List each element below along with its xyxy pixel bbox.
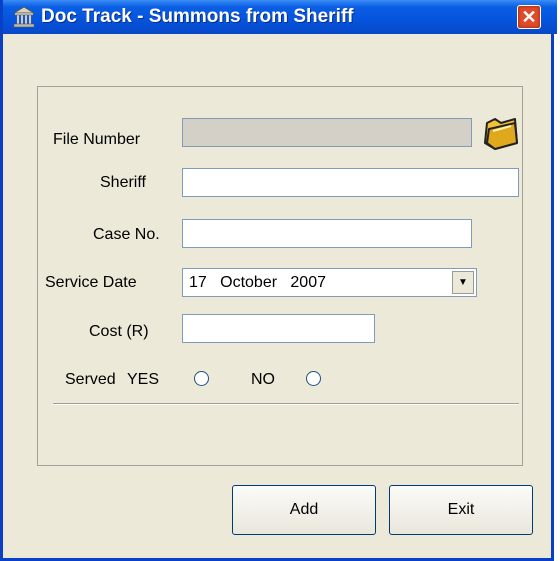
- service-date-picker[interactable]: 17 October 2007 ▼: [182, 268, 477, 297]
- chevron-down-icon[interactable]: ▼: [452, 271, 474, 294]
- service-date-label: Service Date: [45, 274, 137, 291]
- file-number-field[interactable]: [182, 118, 472, 147]
- sheriff-field[interactable]: [182, 168, 519, 197]
- title-bar[interactable]: Doc Track - Summons from Sheriff ✕: [3, 0, 557, 34]
- service-date-month: October: [220, 274, 278, 291]
- served-no-radio[interactable]: [306, 371, 321, 386]
- served-no-label: NO: [251, 371, 275, 388]
- served-yes-label: YES: [127, 371, 160, 388]
- served-label: Served: [65, 371, 116, 388]
- add-button[interactable]: Add: [232, 485, 376, 535]
- window-title: Doc Track - Summons from Sheriff: [41, 6, 354, 27]
- folder-icon[interactable]: [481, 113, 521, 153]
- served-yes-radio[interactable]: [194, 371, 209, 386]
- cost-field[interactable]: [182, 314, 375, 343]
- case-no-field[interactable]: [182, 219, 472, 248]
- sheriff-label: Sheriff: [100, 174, 146, 191]
- exit-button[interactable]: Exit: [389, 485, 533, 535]
- case-no-label: Case No.: [93, 226, 160, 243]
- close-button[interactable]: ✕: [517, 5, 541, 29]
- dialog-window: Doc Track - Summons from Sheriff ✕ File …: [0, 0, 557, 561]
- service-date-year: 2007: [290, 274, 326, 291]
- cost-label: Cost (R): [89, 323, 149, 340]
- divider: [53, 403, 519, 405]
- building-icon: [13, 6, 35, 28]
- service-date-day: 17: [189, 274, 207, 291]
- file-number-label: File Number: [53, 131, 141, 148]
- close-icon: ✕: [521, 7, 537, 27]
